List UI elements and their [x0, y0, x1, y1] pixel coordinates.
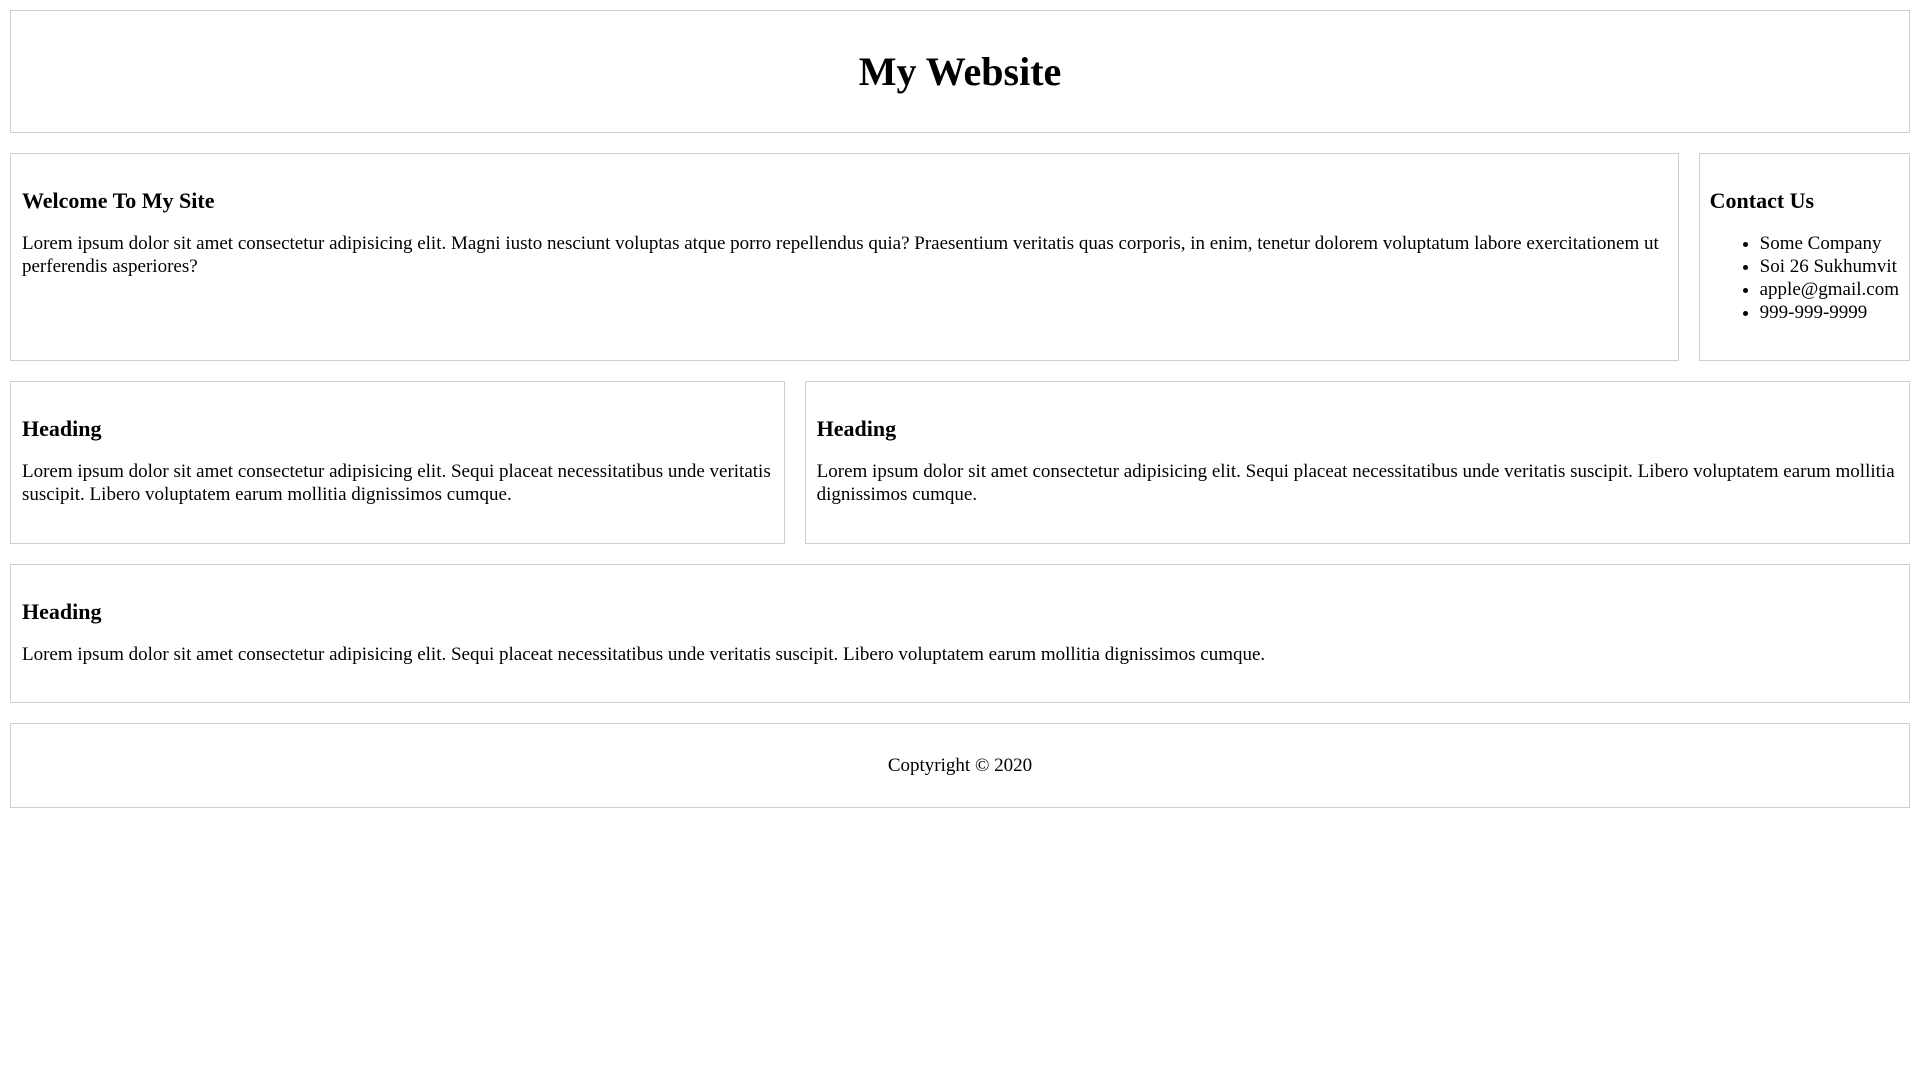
- contact-email: apple@gmail.com: [1760, 278, 1899, 301]
- card-3: Heading Lorem ipsum dolor sit amet conse…: [10, 564, 1910, 703]
- contact-phone: 999-999-9999: [1760, 301, 1899, 324]
- welcome-text: Lorem ipsum dolor sit amet consectetur a…: [22, 233, 1659, 278]
- card-3-text: Lorem ipsum dolor sit amet consectetur a…: [22, 644, 1266, 666]
- site-footer: Coptyright © 2020: [10, 723, 1910, 808]
- site-title: My Website: [858, 48, 1062, 94]
- card-1-heading: Heading: [22, 416, 102, 441]
- contact-company: Some Company: [1760, 232, 1899, 255]
- top-row: Welcome To My Site Lorem ipsum dolor sit…: [10, 153, 1910, 361]
- welcome-heading: Welcome To My Site: [22, 188, 215, 213]
- page: My Website Welcome To My Site Lorem ipsu…: [0, 0, 1920, 1080]
- card-1-text: Lorem ipsum dolor sit amet consectetur a…: [22, 461, 771, 506]
- copyright-text: Coptyright © 2020: [887, 754, 1033, 776]
- contact-list: Some Company Soi 26 Sukhumvit apple@gmai…: [1710, 232, 1899, 324]
- card-1: Heading Lorem ipsum dolor sit amet conse…: [10, 381, 785, 544]
- welcome-section: Welcome To My Site Lorem ipsum dolor sit…: [10, 153, 1679, 361]
- contact-address: Soi 26 Sukhumvit: [1760, 255, 1899, 278]
- contact-section: Contact Us Some Company Soi 26 Sukhumvit…: [1698, 153, 1910, 361]
- card-3-heading: Heading: [22, 599, 102, 624]
- card-2-heading: Heading: [816, 416, 897, 441]
- site-header: My Website: [10, 10, 1910, 133]
- card-2: Heading Lorem ipsum dolor sit amet conse…: [804, 381, 1910, 544]
- middle-row: Heading Lorem ipsum dolor sit amet conse…: [10, 381, 1910, 544]
- contact-heading: Contact Us: [1709, 188, 1815, 213]
- card-2-text: Lorem ipsum dolor sit amet consectetur a…: [816, 461, 1895, 506]
